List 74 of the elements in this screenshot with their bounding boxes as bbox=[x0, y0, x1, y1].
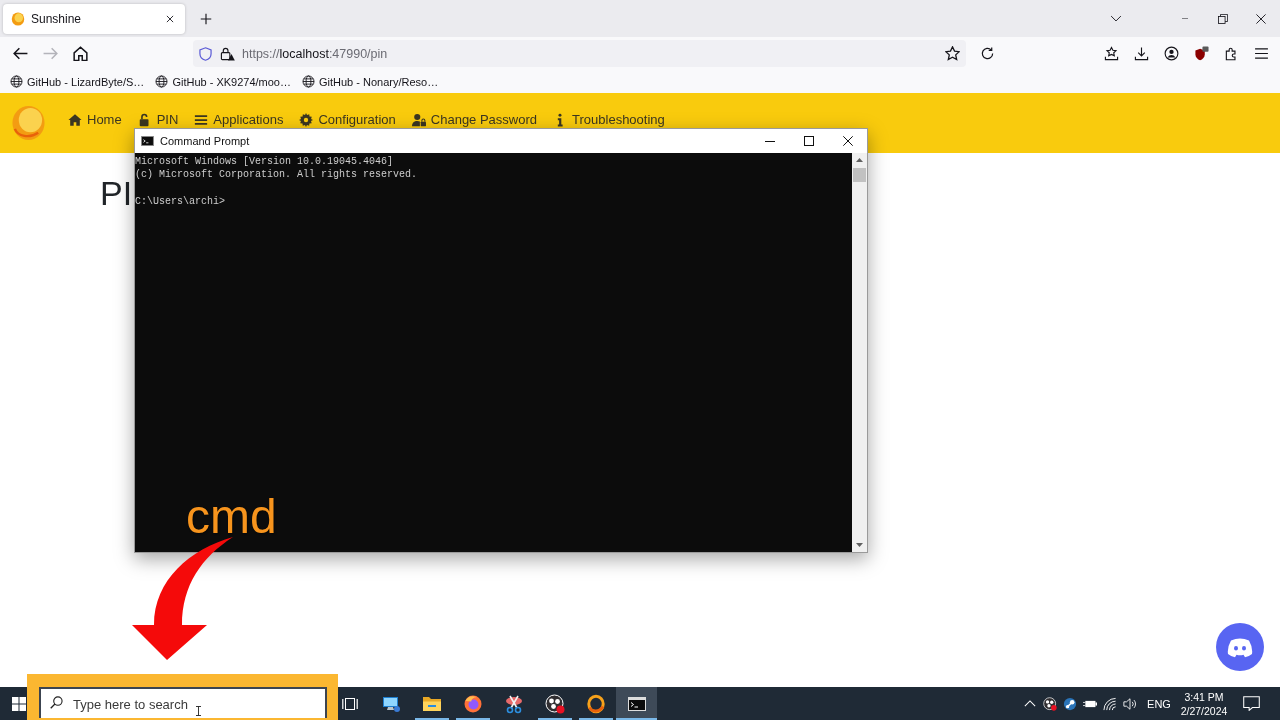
terminal-icon bbox=[141, 136, 154, 146]
command-prompt[interactable]: C:\Users\archi> bbox=[135, 194, 225, 209]
chevron-down-icon bbox=[1110, 15, 1122, 22]
globe-icon bbox=[10, 75, 23, 88]
output-line: (c) Microsoft Corporation. All rights reserved. bbox=[135, 168, 418, 182]
restore-icon bbox=[1218, 13, 1228, 24]
url-text: https://localhost:47990/pin bbox=[242, 46, 388, 61]
lock-warning-icon bbox=[220, 46, 235, 61]
puzzle-icon bbox=[1223, 46, 1239, 61]
nav-link[interactable]: Home bbox=[68, 112, 122, 128]
output-line: Microsoft Windows [Version 10.0.19045.4046] bbox=[135, 155, 394, 169]
globe-icon bbox=[155, 75, 169, 88]
unlock-icon bbox=[137, 113, 152, 127]
gear-icon bbox=[299, 113, 314, 127]
forward-arrow-icon bbox=[42, 46, 58, 61]
star-tray-icon bbox=[1103, 46, 1119, 61]
notification-icon bbox=[1242, 696, 1260, 711]
speaker-icon[interactable] bbox=[1123, 696, 1137, 711]
knob-icon[interactable] bbox=[1063, 696, 1077, 711]
back-arrow-icon bbox=[12, 46, 28, 61]
user-lock-icon bbox=[411, 113, 426, 127]
annotation-label: cmd bbox=[186, 493, 277, 541]
recorder-icon bbox=[544, 693, 565, 714]
close-icon[interactable] bbox=[165, 13, 175, 24]
nav-link[interactable]: Troubleshooting bbox=[553, 112, 665, 128]
nav-link[interactable]: Change Password bbox=[411, 112, 538, 128]
ring-logo-icon bbox=[11, 11, 25, 26]
reload-icon bbox=[979, 46, 995, 61]
nav-link[interactable]: Configuration bbox=[299, 112, 396, 128]
account-icon bbox=[1163, 46, 1179, 61]
wifi-icon[interactable] bbox=[1103, 696, 1117, 711]
maximize-icon bbox=[803, 136, 814, 146]
task-view-icon bbox=[342, 696, 358, 711]
chevron-up-icon[interactable] bbox=[1024, 700, 1036, 707]
nav-link[interactable]: Applications bbox=[194, 112, 284, 128]
nav-link[interactable]: PIN bbox=[137, 112, 179, 128]
search-field[interactable]: Type here to search bbox=[39, 687, 327, 718]
bookmark-item[interactable]: GitHub - Nonary/Reso… bbox=[302, 71, 439, 92]
search-icon bbox=[50, 696, 63, 709]
address-field[interactable]: https://localhost:47990/pin bbox=[193, 40, 966, 67]
clock-date[interactable]: 2/27/2024 bbox=[1180, 703, 1228, 718]
plus-icon bbox=[199, 11, 213, 26]
minimize-icon bbox=[764, 140, 775, 142]
home-icon bbox=[68, 113, 82, 127]
close-icon bbox=[1256, 13, 1266, 24]
scissors-icon bbox=[503, 693, 524, 714]
windows-icon bbox=[12, 696, 26, 711]
scrollbar-thumb[interactable] bbox=[853, 168, 866, 182]
star-icon[interactable] bbox=[945, 46, 960, 61]
minimize-icon bbox=[1180, 18, 1190, 19]
list-icon bbox=[194, 113, 209, 127]
recorder-icon[interactable] bbox=[1043, 696, 1057, 711]
browser-icon bbox=[462, 693, 483, 714]
browser-tab[interactable]: Sunshine bbox=[3, 3, 185, 34]
ring-logo-icon bbox=[11, 105, 46, 141]
taskbar-app[interactable] bbox=[616, 687, 657, 720]
window-title: Command Prompt bbox=[160, 135, 250, 147]
text-cursor-icon bbox=[196, 706, 201, 716]
language-indicator[interactable]: ENG bbox=[1144, 697, 1174, 710]
scrollbar[interactable] bbox=[852, 153, 867, 552]
close-icon bbox=[842, 136, 853, 146]
clock-time[interactable]: 3:41 PM bbox=[1184, 689, 1224, 704]
chat-button[interactable] bbox=[1216, 623, 1264, 671]
shield-icon bbox=[199, 46, 212, 61]
download-icon bbox=[1133, 46, 1149, 61]
shield-badge-icon bbox=[1193, 46, 1209, 61]
menu-icon bbox=[1253, 48, 1269, 59]
ring-icon bbox=[585, 693, 606, 714]
home-icon bbox=[72, 46, 88, 61]
page-heading: PI bbox=[100, 173, 133, 213]
globe-icon bbox=[302, 75, 315, 88]
bookmark-item[interactable]: GitHub - LizardByte/S… bbox=[10, 71, 145, 92]
bookmark-item[interactable]: GitHub - XK9274/moo… bbox=[155, 71, 291, 92]
controller-face-icon bbox=[1227, 636, 1253, 658]
